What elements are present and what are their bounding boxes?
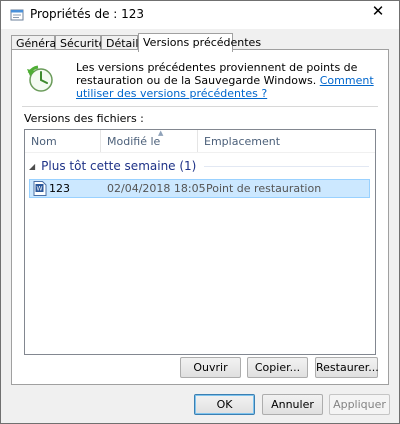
tab-previous-versions[interactable]: Versions précédentes (138, 33, 261, 52)
copy-button[interactable]: Copier... (247, 357, 308, 378)
column-header-name[interactable]: Nom (25, 130, 101, 152)
document-icon: W (33, 181, 47, 196)
description-text: Les versions précédentes proviennent de … (76, 61, 376, 100)
description-body: Les versions précédentes proviennent de … (76, 61, 358, 87)
cancel-button[interactable]: Annuler (262, 394, 323, 415)
apply-button[interactable]: Appliquer (329, 394, 390, 415)
window-title: Propriétés de : 123 (30, 7, 145, 21)
restore-button[interactable]: Restaurer... (315, 357, 379, 378)
column-header-modified[interactable]: Modifié le (101, 130, 198, 152)
column-header-modified-label: Modifié le (107, 135, 161, 148)
group-divider (204, 165, 369, 167)
collapse-triangle-icon[interactable]: ◢ (29, 162, 35, 171)
open-button[interactable]: Ouvrir (180, 357, 241, 378)
group-header[interactable]: ◢ Plus tôt cette semaine (1) (29, 157, 369, 175)
title-bar[interactable]: Propriétés de : 123 ✕ (1, 1, 399, 29)
previous-versions-panel: Les versions précédentes proviennent de … (11, 49, 389, 385)
versions-list[interactable]: Nom Modifié le ▲ Emplacement ◢ Plus tôt … (24, 129, 376, 355)
group-label: Plus tôt cette semaine (1) (41, 159, 197, 173)
header-divider (25, 152, 375, 153)
separator (22, 106, 378, 107)
restore-clock-icon (27, 65, 53, 92)
properties-dialog: Propriétés de : 123 ✕ Général Sécurité D… (0, 0, 400, 424)
close-button[interactable]: ✕ (363, 1, 393, 21)
row-modified: 02/04/2018 18:05 (107, 182, 206, 195)
svg-text:W: W (37, 186, 43, 193)
ok-button[interactable]: OK (194, 394, 255, 415)
row-name: 123 (49, 182, 70, 195)
sort-indicator-icon: ▲ (158, 129, 164, 137)
column-header-location[interactable]: Emplacement (198, 130, 375, 152)
file-versions-label: Versions des fichiers : (24, 112, 144, 125)
properties-icon (10, 9, 24, 21)
table-row[interactable]: W 123 02/04/2018 18:05 Point de restaura… (29, 179, 370, 198)
close-icon: ✕ (371, 2, 385, 20)
row-location: Point de restauration (206, 182, 322, 195)
